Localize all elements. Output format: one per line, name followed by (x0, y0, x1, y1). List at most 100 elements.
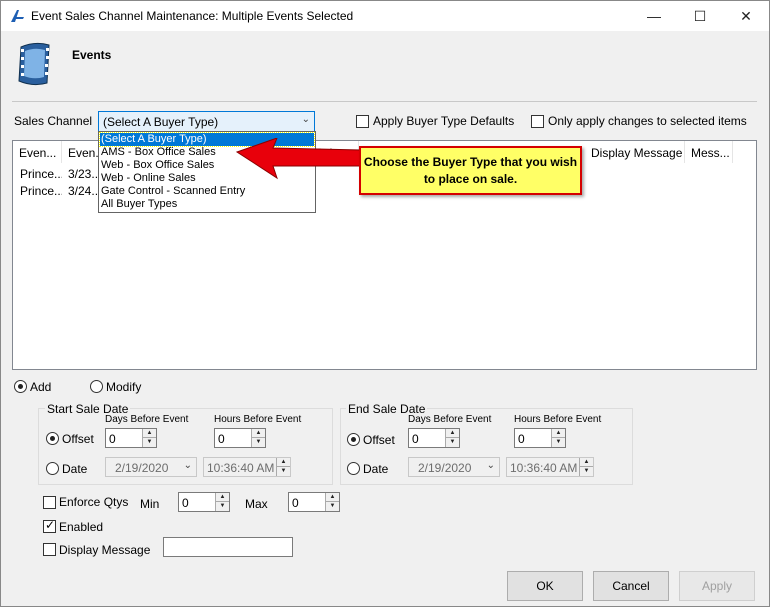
spin-up-icon[interactable]: ▲ (552, 429, 565, 438)
start-days-value: 0 (109, 432, 116, 446)
max-qty-value: 0 (292, 496, 299, 510)
add-radio[interactable] (14, 380, 27, 393)
start-date-picker[interactable]: 2/19/2020 ⌄ (105, 457, 197, 477)
minimize-icon: — (647, 8, 661, 24)
enabled-checkbox[interactable]: ✓ (43, 518, 56, 533)
spin-down-icon[interactable]: ▼ (580, 467, 593, 476)
spin-up-icon[interactable]: ▲ (580, 458, 593, 467)
spin-down-icon[interactable]: ▼ (252, 438, 265, 447)
spin-up-icon[interactable]: ▲ (143, 429, 156, 438)
checkmark-icon: ✓ (45, 518, 56, 532)
chevron-down-icon: ⌄ (301, 114, 310, 125)
spin-buttons[interactable]: ▲ ▼ (325, 493, 339, 511)
start-offset-radio[interactable] (46, 432, 59, 445)
spin-buttons[interactable]: ▲ ▼ (579, 458, 593, 476)
end-days-value: 0 (412, 432, 419, 446)
spin-up-icon[interactable]: ▲ (216, 493, 229, 502)
start-hours-stepper[interactable]: 0 ▲ ▼ (214, 428, 266, 448)
column-header-event[interactable]: Even... (13, 141, 62, 163)
min-qty-value: 0 (182, 496, 189, 510)
end-date-value: 2/19/2020 (418, 461, 472, 475)
sales-channel-combo[interactable]: (Select A Buyer Type) ⌄ (98, 111, 315, 132)
close-button[interactable]: ✕ (723, 1, 769, 31)
enforce-qtys-checkbox[interactable] (43, 496, 56, 509)
spin-up-icon[interactable]: ▲ (446, 429, 459, 438)
end-date-radio[interactable] (347, 462, 360, 475)
end-time-stepper[interactable]: 10:36:40 AM ▲ ▼ (506, 457, 594, 477)
spin-down-icon[interactable]: ▼ (326, 502, 339, 511)
instruction-callout: Choose the Buyer Type that you wish to p… (359, 146, 582, 195)
start-time-stepper[interactable]: 10:36:40 AM ▲ ▼ (203, 457, 291, 477)
end-date-picker[interactable]: 2/19/2020 ⌄ (408, 457, 500, 477)
spin-up-icon[interactable]: ▲ (252, 429, 265, 438)
maximize-icon: ☐ (693, 7, 707, 24)
spin-down-icon[interactable]: ▼ (446, 438, 459, 447)
apply-button[interactable]: Apply (679, 571, 755, 601)
ok-button[interactable]: OK (507, 571, 583, 601)
display-message-checkbox[interactable] (43, 543, 56, 556)
end-days-label: Days Before Event (408, 414, 492, 425)
title-bar[interactable]: Event Sales Channel Maintenance: Multipl… (1, 1, 769, 31)
start-days-stepper[interactable]: 0 ▲ ▼ (105, 428, 157, 448)
film-reel-icon (18, 42, 50, 86)
min-qty-stepper[interactable]: 0 ▲ ▼ (178, 492, 230, 512)
spin-down-icon[interactable]: ▼ (277, 467, 290, 476)
chevron-down-icon: ⌄ (183, 460, 192, 471)
apply-defaults-label: Apply Buyer Type Defaults (373, 114, 515, 128)
spin-buttons[interactable]: ▲ ▼ (551, 429, 565, 447)
spin-down-icon[interactable]: ▼ (143, 438, 156, 447)
cancel-button[interactable]: Cancel (593, 571, 669, 601)
spin-down-icon[interactable]: ▼ (216, 502, 229, 511)
end-offset-label: Offset (363, 433, 395, 447)
start-date-radio[interactable] (46, 462, 59, 475)
start-offset-label: Offset (62, 432, 94, 446)
max-label: Max (245, 497, 268, 511)
close-icon: ✕ (740, 7, 752, 24)
start-time-value: 10:36:40 AM (207, 461, 275, 475)
end-offset-radio[interactable] (347, 433, 360, 446)
modify-label: Modify (106, 380, 142, 394)
spin-up-icon[interactable]: ▲ (326, 493, 339, 502)
spin-down-icon[interactable]: ▼ (552, 438, 565, 447)
column-header-display-message[interactable]: Display Message (585, 141, 685, 163)
spin-buttons[interactable]: ▲ ▼ (251, 429, 265, 447)
min-label: Min (140, 497, 160, 511)
minimize-button[interactable]: — (631, 1, 677, 31)
maximize-button[interactable]: ☐ (677, 1, 723, 31)
apply-defaults-checkbox[interactable] (356, 115, 369, 128)
end-hours-value: 0 (518, 432, 525, 446)
end-days-stepper[interactable]: 0 ▲ ▼ (408, 428, 460, 448)
only-selected-checkbox[interactable] (531, 115, 544, 128)
modify-radio[interactable] (90, 380, 103, 393)
add-label: Add (30, 380, 52, 394)
enforce-qtys-label: Enforce Qtys (59, 495, 129, 509)
end-hours-stepper[interactable]: 0 ▲ ▼ (514, 428, 566, 448)
chevron-down-icon: ⌄ (486, 460, 495, 471)
spin-up-icon[interactable]: ▲ (277, 458, 290, 467)
start-hours-label: Hours Before Event (214, 414, 302, 425)
spin-buttons[interactable]: ▲ ▼ (142, 429, 156, 447)
display-message-input[interactable] (163, 537, 293, 557)
sales-channel-value: (Select A Buyer Type) (103, 115, 219, 129)
header-title: Events (72, 48, 112, 62)
spin-buttons[interactable]: ▲ ▼ (445, 429, 459, 447)
annotation-arrow-icon (235, 138, 362, 180)
only-selected-label: Only apply changes to selected items (548, 114, 747, 128)
app-logo-icon (11, 10, 24, 22)
list-cell[interactable]: Prince... (20, 167, 62, 181)
radio-selected-dot (50, 436, 55, 441)
dropdown-option[interactable]: All Buyer Types (100, 198, 314, 211)
header-divider (12, 101, 757, 102)
column-header-message[interactable]: Mess... (685, 141, 733, 163)
end-date-label: Date (363, 462, 389, 476)
start-date-label: Date (62, 462, 88, 476)
list-cell[interactable]: Prince... (20, 184, 62, 198)
spin-buttons[interactable]: ▲ ▼ (276, 458, 290, 476)
dialog-window: Event Sales Channel Maintenance: Multipl… (0, 0, 770, 607)
radio-selected-dot (18, 384, 23, 389)
start-days-label: Days Before Event (105, 414, 189, 425)
max-qty-stepper[interactable]: 0 ▲ ▼ (288, 492, 340, 512)
spin-buttons[interactable]: ▲ ▼ (215, 493, 229, 511)
end-time-value: 10:36:40 AM (510, 461, 578, 475)
enabled-label: Enabled (59, 520, 104, 534)
